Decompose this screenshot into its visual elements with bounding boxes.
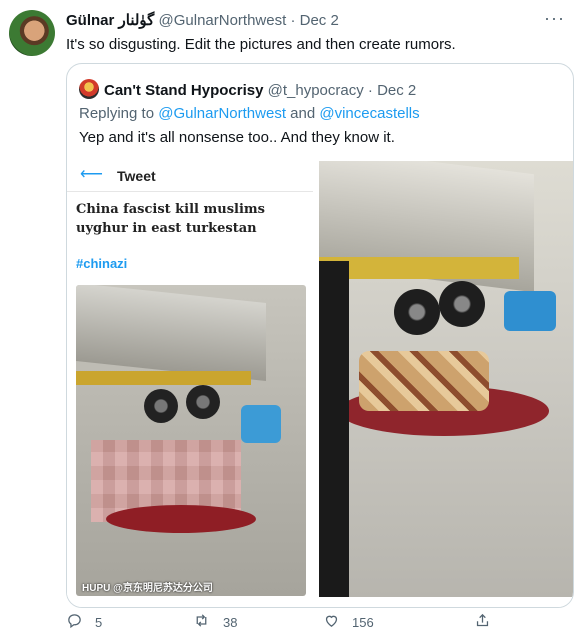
truck-chassis — [319, 257, 519, 279]
share-action[interactable] — [474, 612, 491, 633]
embedded-header-title: Tweet — [117, 168, 156, 184]
back-arrow-icon: ⟵ — [80, 166, 103, 183]
reply-and: and — [290, 105, 316, 122]
quote-header: Can't Stand Hypocrisy @t_hypocracy · Dec… — [79, 79, 416, 99]
like-count: 156 — [352, 615, 374, 630]
embedded-body: China fascist kill muslims uyghur in eas… — [67, 192, 313, 597]
quote-text: Yep and it's all nonsense too.. And they… — [79, 129, 395, 146]
truck-chassis — [76, 371, 251, 385]
reply-action[interactable]: 5 — [66, 612, 102, 633]
worker-figure — [241, 405, 281, 443]
foreground-person — [319, 261, 349, 597]
header-separator: · — [290, 12, 296, 29]
author-name[interactable]: Gülnar گۈلنار — [66, 12, 154, 29]
more-icon[interactable]: ··· — [544, 8, 565, 29]
like-action[interactable]: 156 — [323, 612, 374, 633]
quote-author-name: Can't Stand Hypocrisy — [104, 82, 264, 99]
tweet-header: Gülnar گۈلنار @GulnarNorthwest · Dec 2 — [66, 11, 537, 29]
photo-watermark: HUPU @京东明尼苏达分公司 — [82, 583, 213, 594]
author-handle[interactable]: @GulnarNorthwest — [159, 12, 287, 29]
embedded-photo: HUPU @京东明尼苏达分公司 — [76, 285, 306, 596]
heart-icon[interactable] — [323, 612, 340, 633]
tweet[interactable]: Gülnar گۈلنار @GulnarNorthwest · Dec 2 ·… — [0, 0, 577, 643]
quote-author-handle: @t_hypocracy — [267, 82, 364, 99]
tweet-actions: 5 38 156 — [66, 612, 566, 632]
share-icon[interactable] — [474, 612, 491, 633]
truck-wheel — [439, 281, 485, 327]
embedded-header: ⟵ Tweet — [67, 161, 313, 192]
retweet-count: 38 — [223, 615, 238, 630]
quoted-tweet[interactable]: Can't Stand Hypocrisy @t_hypocracy · Dec… — [66, 63, 574, 608]
spilled-boxes — [359, 351, 489, 411]
reply-prefix: Replying to — [79, 105, 155, 122]
retweet-action[interactable]: 38 — [192, 612, 237, 633]
truck-wheel — [394, 289, 440, 335]
tweet-date[interactable]: Dec 2 — [300, 12, 339, 29]
quote-author-avatar — [79, 79, 99, 99]
truck-wheel — [144, 389, 178, 423]
retweet-icon[interactable] — [192, 612, 211, 633]
truck-wheel — [186, 385, 220, 419]
embedded-tweet-text: China fascist kill muslims uyghur in eas… — [76, 202, 266, 236]
embedded-hashtag: #chinazi — [76, 256, 128, 271]
reply-user-gulnar[interactable]: @GulnarNorthwest — [158, 105, 286, 122]
replying-to: Replying to @GulnarNorthwest and @vincec… — [79, 105, 420, 122]
quote-separator: · — [367, 82, 373, 99]
truck-trailer — [76, 285, 266, 381]
reply-user-vince[interactable]: @vincecastells — [319, 105, 419, 122]
reply-icon[interactable] — [66, 612, 83, 633]
quote-media[interactable]: ⟵ Tweet China fascist kill muslims uyghu… — [67, 161, 573, 607]
tweet-text: It's so disgusting. Edit the pictures an… — [66, 36, 456, 53]
quote-date: Dec 2 — [377, 82, 417, 99]
original-photo[interactable] — [319, 161, 573, 597]
embedded-tweet-screenshot[interactable]: ⟵ Tweet China fascist kill muslims uyghu… — [67, 161, 313, 597]
author-avatar[interactable] — [9, 10, 55, 56]
red-stain — [106, 505, 256, 533]
worker-figure — [504, 291, 556, 331]
reply-count: 5 — [95, 615, 103, 630]
